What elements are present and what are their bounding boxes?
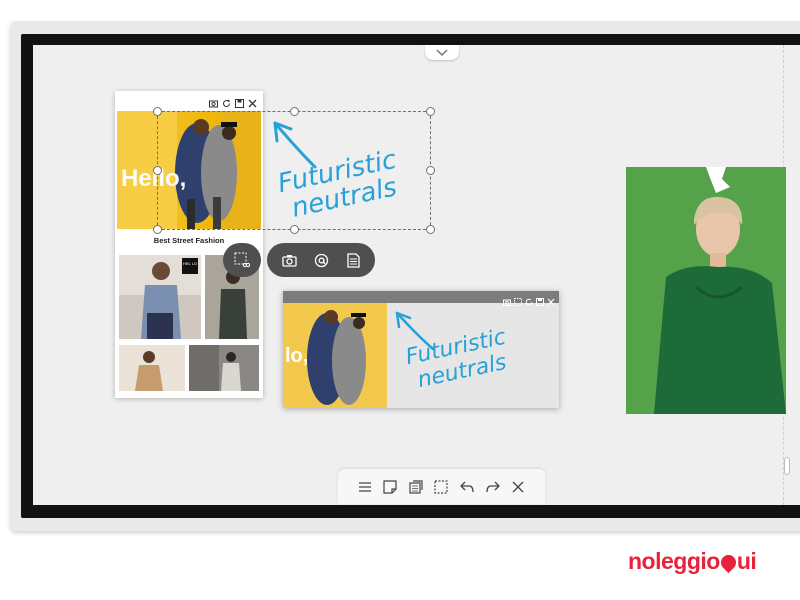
top-pull-tab[interactable] <box>425 45 459 60</box>
selection-handle[interactable] <box>426 107 435 116</box>
gallery-tile <box>189 345 259 391</box>
menu-button[interactable] <box>357 479 373 495</box>
brand-logo-text-end: ui <box>736 548 757 574</box>
save-icon[interactable] <box>536 293 544 306</box>
sticky-note-icon <box>383 479 397 494</box>
whiteboard-screen[interactable]: Hello, Best Street Fashion HEL LO Futuri… <box>33 45 800 505</box>
select-icon <box>434 479 449 494</box>
captured-hero-text: lo, <box>285 345 309 367</box>
side-drawer-handle[interactable] <box>784 457 790 475</box>
share-actions-group <box>267 243 375 277</box>
document-button[interactable] <box>345 252 361 268</box>
document-window-controls <box>209 95 257 108</box>
stage: Hello, Best Street Fashion HEL LO Futuri… <box>0 0 800 600</box>
email-button[interactable] <box>313 252 329 268</box>
gallery-tile: HEL LO <box>119 255 201 339</box>
camera-icon[interactable] <box>209 95 218 108</box>
close-icon[interactable] <box>547 293 555 306</box>
selection-handle[interactable] <box>153 166 162 175</box>
redo-button[interactable] <box>485 479 501 495</box>
brand-logo: noleggio ui <box>628 548 757 575</box>
selection-handle[interactable] <box>153 107 162 116</box>
crop-cut-icon <box>234 252 250 268</box>
import-icon <box>409 479 423 494</box>
capture-window-controls <box>503 293 555 306</box>
sticky-note-button[interactable] <box>382 479 398 495</box>
chevron-down-icon <box>436 49 448 56</box>
camera-icon <box>281 254 297 267</box>
email-icon <box>314 253 328 267</box>
capture-window-titlebar[interactable] <box>283 291 559 306</box>
location-pin-icon <box>717 551 739 574</box>
floating-context-toolbar <box>223 243 375 277</box>
close-icon <box>512 481 524 492</box>
camera-button[interactable] <box>281 252 297 268</box>
tile-badge: HEL LO <box>182 258 198 274</box>
selection-handle[interactable] <box>426 225 435 234</box>
crop-icon[interactable] <box>514 293 522 306</box>
select-button[interactable] <box>433 479 449 495</box>
crop-cut-button[interactable] <box>223 243 261 277</box>
brand-logo-text-start: noleggio <box>628 548 720 574</box>
refresh-icon[interactable] <box>525 293 533 306</box>
document-icon <box>346 252 360 268</box>
close-board-button[interactable] <box>510 479 526 495</box>
capture-window[interactable]: lo, Futuristic neutrals <box>283 291 559 408</box>
gallery-tile <box>119 345 185 391</box>
selection-handle[interactable] <box>426 166 435 175</box>
undo-icon <box>460 481 474 492</box>
selection-handle[interactable] <box>290 225 299 234</box>
refresh-icon[interactable] <box>222 95 231 107</box>
import-button[interactable] <box>408 479 424 495</box>
bottom-toolbar <box>338 469 545 504</box>
redo-icon <box>485 481 500 492</box>
undo-button[interactable] <box>459 479 475 495</box>
camera-icon[interactable] <box>503 293 511 306</box>
menu-icon <box>358 481 371 492</box>
captured-image: lo, <box>283 303 387 408</box>
close-icon[interactable] <box>248 95 257 108</box>
save-icon[interactable] <box>235 95 244 108</box>
selection-handle[interactable] <box>153 225 162 234</box>
portrait-photo[interactable] <box>626 167 786 414</box>
